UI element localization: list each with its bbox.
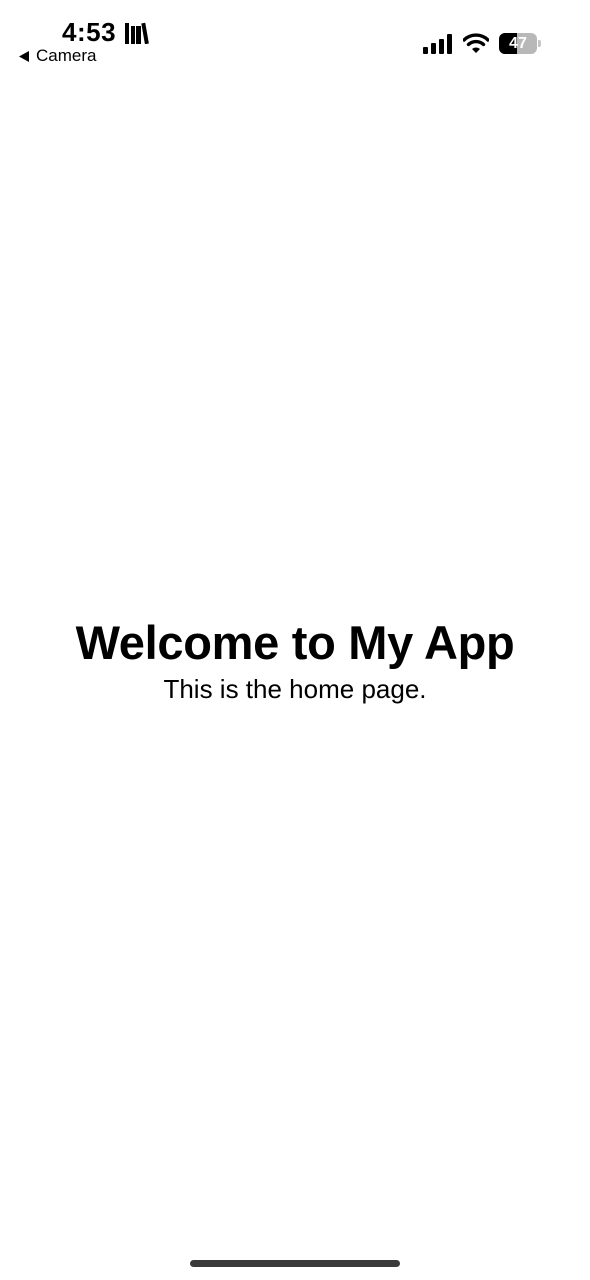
- page-subtitle: This is the home page.: [163, 674, 427, 704]
- wifi-icon: [463, 33, 489, 53]
- home-indicator[interactable]: [190, 1260, 400, 1267]
- back-label: Camera: [36, 46, 97, 65]
- battery-cap: [538, 40, 541, 47]
- battery-icon: 47: [499, 33, 543, 54]
- main-content: Welcome to My App This is the home page.: [0, 612, 590, 704]
- battery-level: 47: [509, 35, 527, 52]
- library-icon: [125, 22, 149, 44]
- signal-icon: [423, 34, 452, 54]
- back-to-camera-button[interactable]: Camera: [18, 45, 96, 67]
- status-bar: 4:53 Camera 47: [0, 0, 590, 72]
- status-time: 4:53: [62, 17, 117, 47]
- battery-body: 47: [499, 33, 537, 54]
- back-arrow-icon: [19, 50, 29, 62]
- page-title: Welcome to My App: [75, 616, 515, 669]
